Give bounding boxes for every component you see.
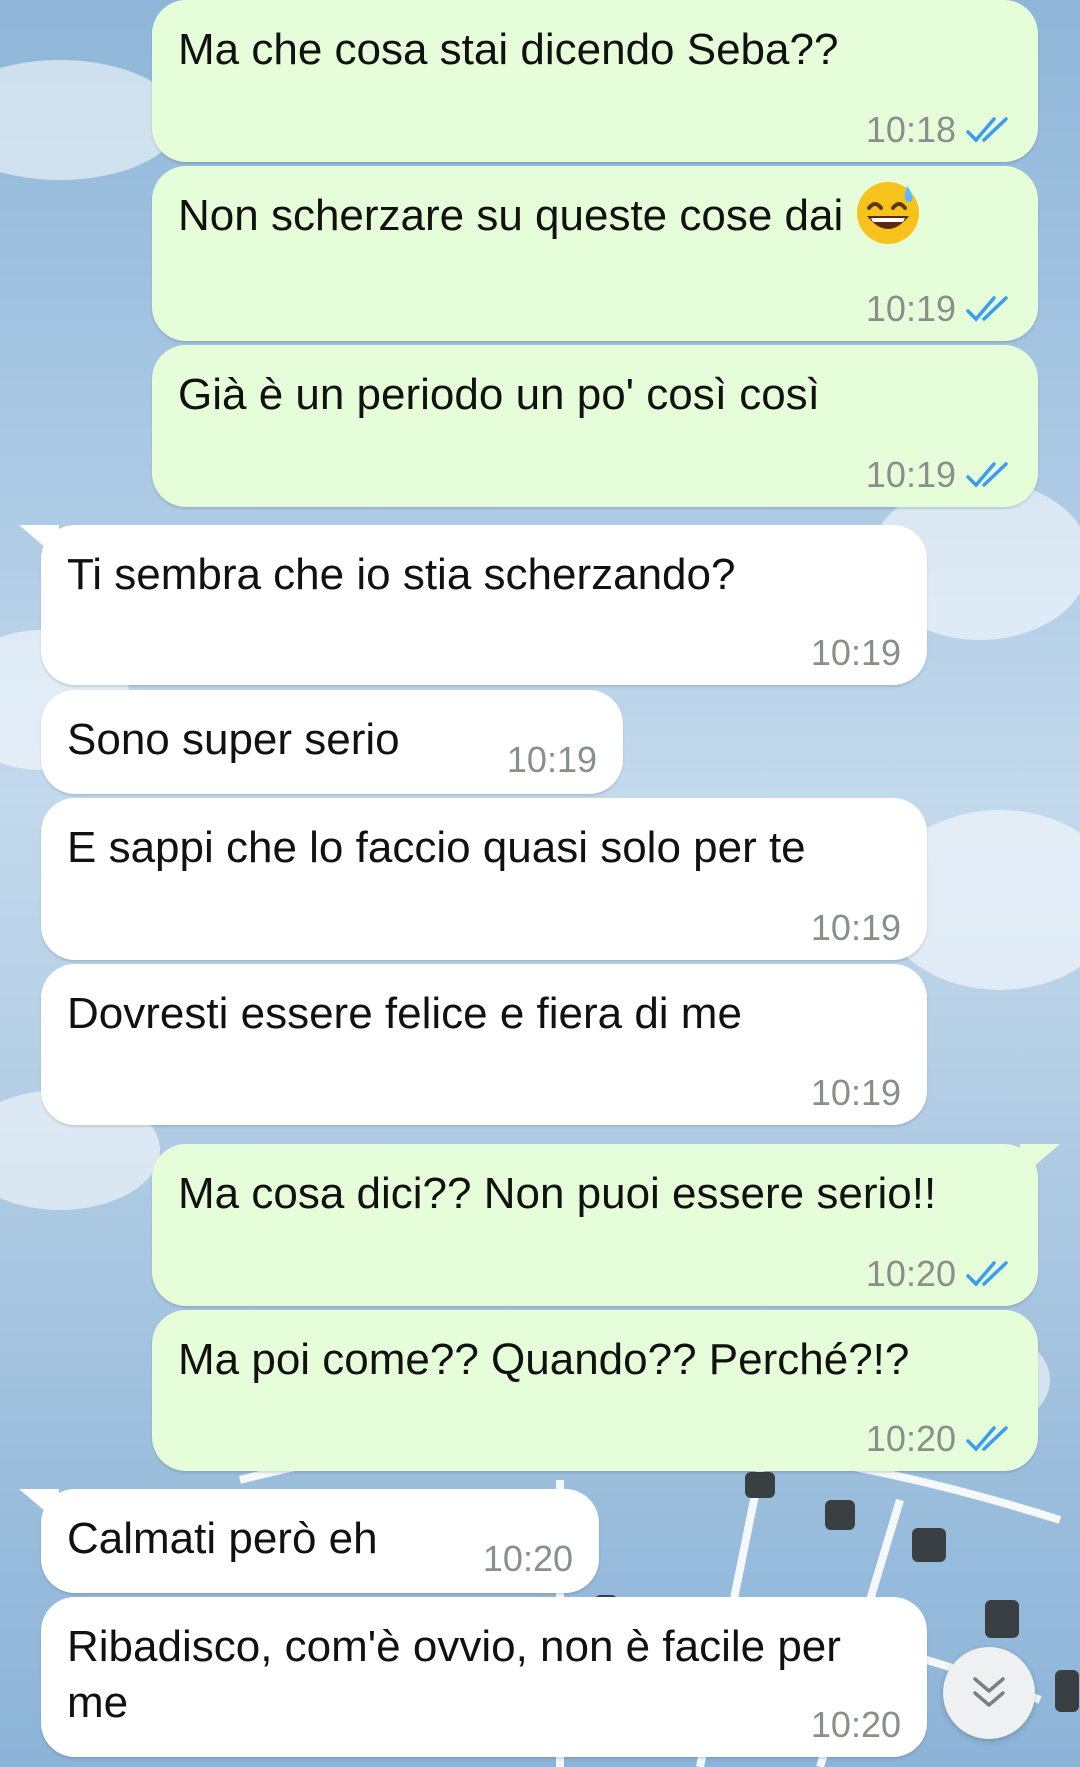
message-time: 10:19: [810, 1072, 901, 1113]
message-time: 10:19: [865, 288, 956, 329]
message-meta: 10:18: [866, 110, 1012, 150]
bubble-tail: [19, 525, 59, 559]
message-bubble-outgoing[interactable]: Ma cosa dici?? Non puoi essere serio!! 1…: [152, 1144, 1060, 1306]
message-text: Ma poi come?? Quando?? Perché?!?: [178, 1335, 910, 1384]
message-time: 10:19: [865, 454, 956, 495]
message-time: 10:20: [810, 1704, 901, 1745]
message-bubble-incoming[interactable]: Ribadisco, com'è ovvio, non è facile per…: [41, 1597, 927, 1757]
message-bubble-incoming[interactable]: Calmati però eh 10:20: [19, 1489, 599, 1593]
message-text: Dovresti essere felice e fiera di me: [67, 989, 742, 1038]
double-check-icon: [966, 1426, 1008, 1452]
message-meta: 10:19: [507, 740, 597, 780]
grinning-sweat-emoji: [857, 182, 920, 245]
message-text: E sappi che lo faccio quasi solo per te: [67, 823, 806, 872]
message-bubble-incoming[interactable]: E sappi che lo faccio quasi solo per te …: [41, 798, 927, 960]
message-meta: 10:19: [866, 289, 1012, 329]
scroll-to-bottom-button[interactable]: [943, 1647, 1035, 1739]
message-bubble-outgoing[interactable]: Ma che cosa stai dicendo Seba?? 10:18: [152, 0, 1038, 162]
message-bubble-outgoing[interactable]: Ma poi come?? Quando?? Perché?!? 10:20: [152, 1310, 1038, 1471]
double-check-icon: [966, 117, 1008, 143]
double-chevron-down-icon: [973, 1677, 1005, 1707]
message-meta: 10:19: [811, 908, 901, 948]
message-time: 10:20: [865, 1418, 956, 1459]
message-meta: 10:20: [866, 1254, 1012, 1294]
message-list[interactable]: Ma che cosa stai dicendo Seba?? 10:18 No…: [0, 0, 1080, 1767]
bubble-tail: [1020, 1144, 1060, 1178]
message-time: 10:18: [865, 109, 956, 150]
message-time: 10:20: [865, 1253, 956, 1294]
message-text: Calmati però eh: [67, 1514, 378, 1563]
message-time: 10:19: [810, 907, 901, 948]
message-text-row: Non scherzare su queste cose dai: [178, 182, 921, 246]
message-bubble-incoming[interactable]: Sono super serio 10:19: [41, 690, 623, 794]
message-bubble-incoming[interactable]: Dovresti essere felice e fiera di me 10:…: [41, 964, 927, 1125]
message-time: 10:19: [506, 739, 597, 780]
double-check-icon: [966, 1261, 1008, 1287]
message-text: Ma cosa dici?? Non puoi essere serio!!: [178, 1169, 937, 1218]
message-time: 10:19: [810, 632, 901, 673]
message-text: Ma che cosa stai dicendo Seba??: [178, 25, 839, 74]
message-meta: 10:19: [866, 455, 1012, 495]
message-meta: 10:20: [483, 1539, 573, 1579]
message-bubble-outgoing[interactable]: Già è un periodo un po' così così 10:19: [152, 345, 1038, 507]
message-time: 10:20: [482, 1538, 573, 1579]
message-meta: 10:19: [811, 633, 901, 673]
message-meta: 10:19: [811, 1073, 901, 1113]
message-text: Ti sembra che io stia scherzando?: [67, 550, 736, 599]
message-meta: 10:20: [866, 1419, 1012, 1459]
message-text: Ribadisco, com'è ovvio, non è facile per…: [67, 1622, 841, 1727]
message-text: Già è un periodo un po' così così: [178, 370, 820, 419]
message-meta: 10:20: [811, 1705, 901, 1745]
bubble-tail: [19, 1489, 59, 1523]
message-bubble-incoming[interactable]: Ti sembra che io stia scherzando? 10:19: [19, 525, 927, 685]
message-text: Non scherzare su queste cose dai: [178, 191, 844, 240]
double-check-icon: [966, 296, 1008, 322]
message-bubble-outgoing[interactable]: Non scherzare su queste cose dai 10:19: [152, 166, 1038, 341]
double-check-icon: [966, 462, 1008, 488]
message-text: Sono super serio: [67, 715, 400, 764]
